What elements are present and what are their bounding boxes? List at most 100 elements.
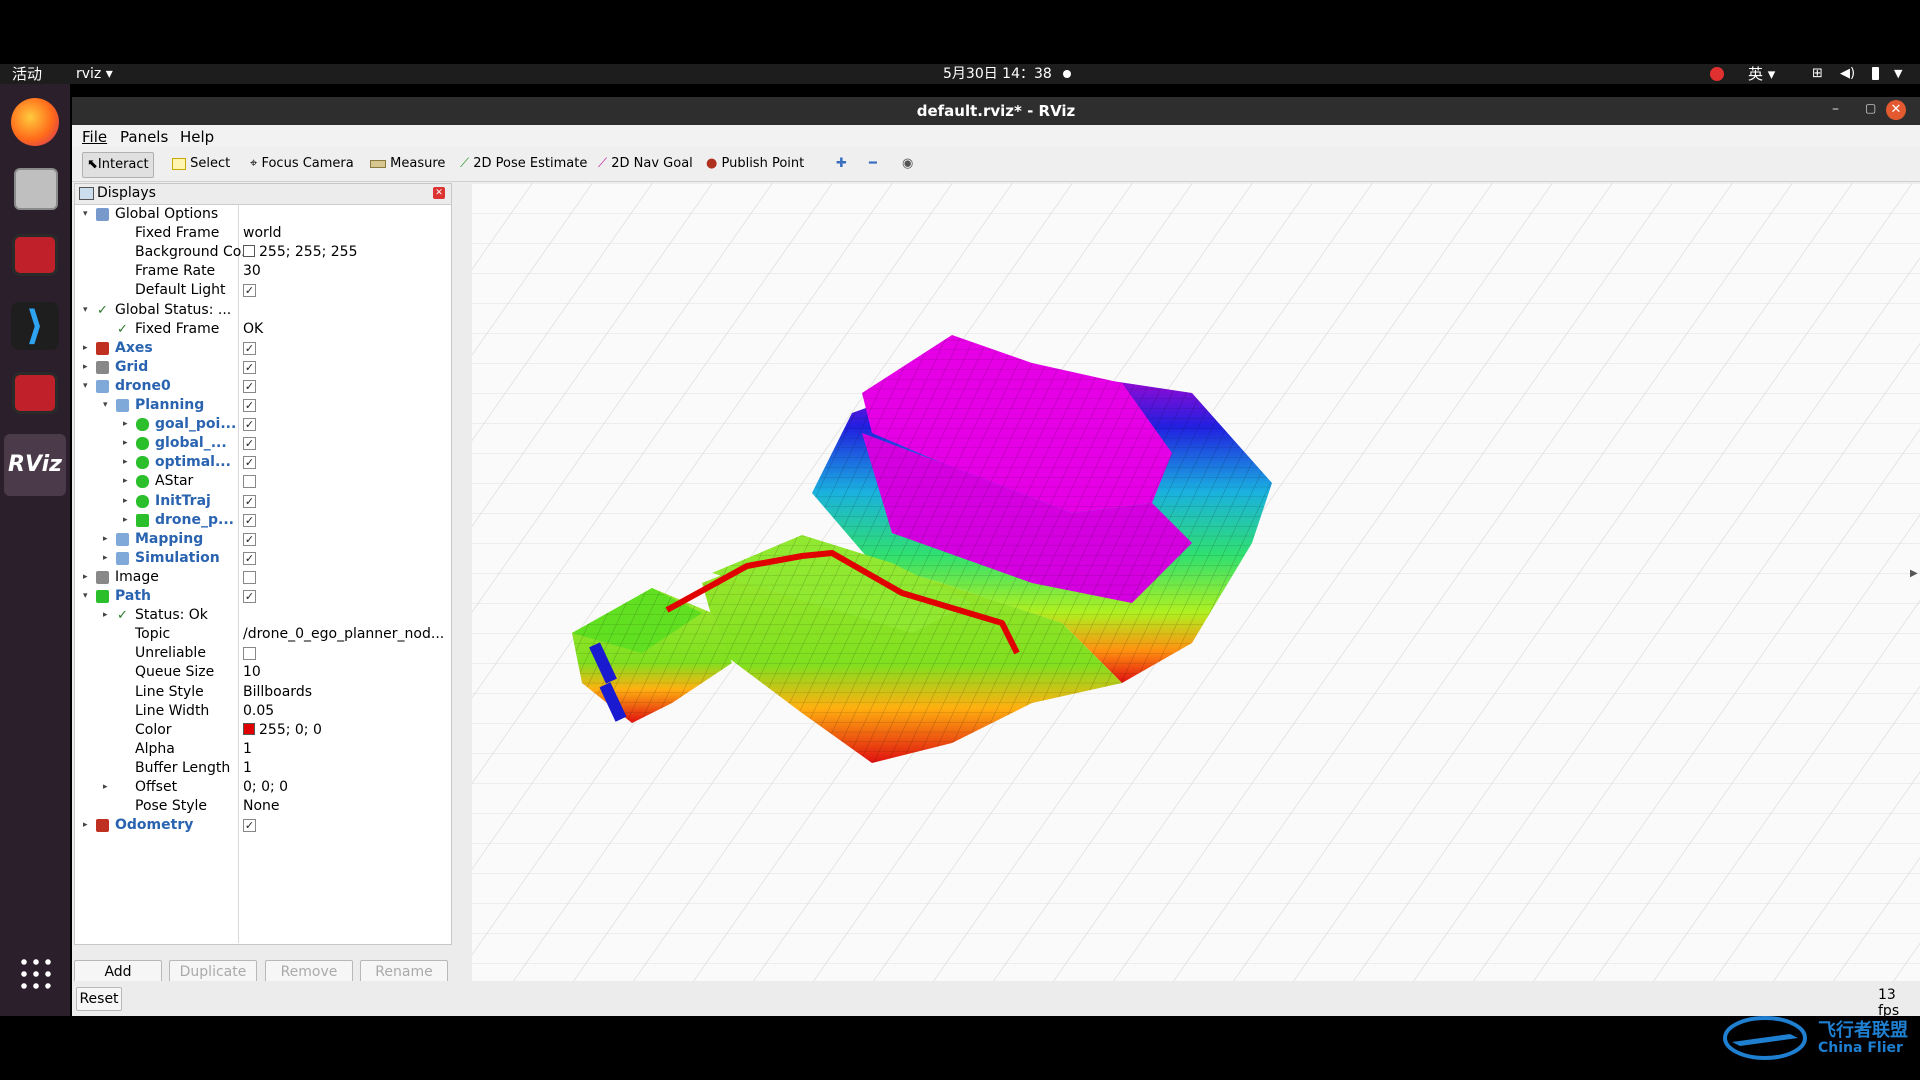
expand-arrow-icon[interactable]: ▸ bbox=[103, 606, 108, 625]
3d-scene[interactable] bbox=[472, 183, 1920, 983]
minimize-icon[interactable]: – bbox=[1832, 101, 1839, 117]
visibility-checkbox[interactable]: ✓ bbox=[243, 418, 256, 432]
pose-estimate-tool[interactable]: ⟋ 2D Pose Estimate bbox=[456, 152, 591, 176]
tree-row-value[interactable]: 0; 0; 0 bbox=[243, 778, 288, 797]
tree-row[interactable]: ▾ ✓ Global Status: ... bbox=[75, 301, 451, 320]
show-apps-icon[interactable] bbox=[18, 956, 52, 990]
app-menu[interactable]: rviz ▾ bbox=[76, 64, 113, 84]
activities-button[interactable]: 活动 bbox=[12, 64, 42, 84]
rviz-icon[interactable]: RViz bbox=[4, 434, 66, 496]
visibility-checkbox[interactable]: ✓ bbox=[243, 399, 256, 412]
close-icon[interactable]: ✕ bbox=[1886, 100, 1906, 120]
tree-row[interactable]: ▸ goal_poi... ✓ bbox=[75, 415, 451, 434]
visibility-checkbox[interactable]: ✓ bbox=[243, 341, 256, 355]
visibility-checkbox[interactable]: ✓ bbox=[243, 551, 256, 565]
visibility-checkbox[interactable]: ✓ bbox=[243, 360, 256, 374]
tree-row[interactable]: Topic/drone_0_ego_planner_nod... bbox=[75, 625, 451, 644]
collapse-arrow-icon[interactable]: ▾ bbox=[83, 301, 88, 320]
tree-row-value[interactable]: 1 bbox=[243, 740, 252, 759]
select-tool[interactable]: Select bbox=[168, 152, 234, 176]
tree-row-value[interactable]: 0.05 bbox=[243, 702, 274, 721]
tree-row[interactable]: ▾ Path ✓ bbox=[75, 587, 451, 606]
menu-panels[interactable]: Panels bbox=[120, 128, 168, 146]
visibility-checkbox[interactable]: ✓ bbox=[243, 456, 256, 470]
tree-row[interactable]: Queue Size 10 bbox=[75, 663, 451, 682]
visibility-checkbox[interactable]: ✓ bbox=[243, 819, 256, 833]
tree-row[interactable]: ▸ InitTraj ✓ bbox=[75, 492, 451, 511]
tree-row[interactable]: ▾ Global Options bbox=[75, 205, 451, 224]
tree-row[interactable]: Buffer Length 1 bbox=[75, 759, 451, 778]
tree-row-value[interactable]: 1 bbox=[243, 759, 252, 778]
remove-tool-icon[interactable]: ━ bbox=[865, 152, 881, 176]
tree-row-value[interactable]: OK bbox=[243, 320, 263, 339]
focus-camera-tool[interactable]: ⌖ Focus Camera bbox=[246, 152, 358, 176]
visibility-checkbox[interactable] bbox=[243, 570, 256, 584]
tree-row[interactable]: Fixed Frame world bbox=[75, 224, 451, 243]
visibility-checkbox[interactable] bbox=[243, 647, 256, 661]
terminal-icon[interactable] bbox=[12, 372, 58, 414]
measure-tool[interactable]: Measure bbox=[366, 152, 449, 176]
collapse-arrow-icon[interactable]: ▾ bbox=[83, 205, 88, 224]
publish-point-tool[interactable]: ● Publish Point bbox=[702, 152, 808, 176]
tree-row-value[interactable]: world bbox=[243, 224, 282, 243]
tree-row-value[interactable]: Billboards bbox=[243, 683, 312, 702]
expand-arrow-icon[interactable]: ▸ bbox=[103, 778, 108, 797]
tool-properties-icon[interactable]: ◉ bbox=[898, 152, 917, 176]
expand-arrow-icon[interactable]: ▸ bbox=[83, 358, 88, 377]
tree-row[interactable]: ▸ Grid ✓ bbox=[75, 358, 451, 377]
visibility-checkbox[interactable]: ✓ bbox=[243, 379, 256, 393]
collapse-arrow-icon[interactable]: ▾ bbox=[83, 587, 88, 606]
expand-arrow-icon[interactable]: ▸ bbox=[123, 511, 128, 530]
collapse-right-icon[interactable]: ▶ bbox=[1910, 568, 1918, 579]
input-method[interactable]: 英 ▾ bbox=[1748, 64, 1775, 84]
tree-row[interactable]: ▸ AStar bbox=[75, 472, 451, 491]
tree-row[interactable]: ▸ global_... ✓ bbox=[75, 434, 451, 453]
tree-row[interactable]: ▸ Offset 0; 0; 0 bbox=[75, 778, 451, 797]
tree-row[interactable]: Line Style Billboards bbox=[75, 683, 451, 702]
tree-row[interactable]: ▸ Image bbox=[75, 568, 451, 587]
system-menu-arrow-icon[interactable]: ▼ bbox=[1894, 64, 1902, 84]
tree-row[interactable]: Alpha 1 bbox=[75, 740, 451, 759]
expand-arrow-icon[interactable]: ▸ bbox=[123, 472, 128, 491]
no-entry-icon[interactable] bbox=[1710, 67, 1724, 81]
visibility-checkbox[interactable]: ✓ bbox=[243, 532, 256, 546]
tree-row[interactable]: Line Width 0.05 bbox=[75, 702, 451, 721]
clock[interactable]: 5月30日 14：38 bbox=[943, 64, 1052, 84]
visibility-checkbox[interactable] bbox=[243, 475, 256, 489]
expand-arrow-icon[interactable]: ▸ bbox=[123, 434, 128, 453]
tree-row[interactable]: ▾ Planning ✓ bbox=[75, 396, 451, 415]
collapse-arrow-icon[interactable]: ▾ bbox=[103, 396, 108, 415]
battery-icon[interactable] bbox=[1872, 67, 1879, 80]
visibility-checkbox[interactable]: ✓ bbox=[243, 437, 256, 451]
menu-help[interactable]: Help bbox=[180, 128, 214, 146]
tree-row-value[interactable]: 255; 0; 0 bbox=[243, 721, 322, 740]
tree-row[interactable]: Frame Rate 30 bbox=[75, 262, 451, 281]
collapse-arrow-icon[interactable]: ▾ bbox=[83, 377, 88, 396]
tree-row-value[interactable]: /drone_0_ego_planner_nod... bbox=[243, 625, 444, 644]
tree-row[interactable]: ▸ Axes ✓ bbox=[75, 339, 451, 358]
tree-row[interactable]: Background Co... 255; 255; 255 bbox=[75, 243, 451, 262]
visibility-checkbox[interactable]: ✓ bbox=[243, 494, 256, 508]
tree-row[interactable]: ▸ Odometry ✓ bbox=[75, 816, 451, 835]
expand-arrow-icon[interactable]: ▸ bbox=[123, 492, 128, 511]
volume-icon[interactable]: ◀) bbox=[1840, 64, 1855, 84]
tree-row[interactable]: Color 255; 0; 0 bbox=[75, 721, 451, 740]
visibility-checkbox[interactable]: ✓ bbox=[243, 513, 256, 527]
3d-viewport[interactable]: ◀ ▶ bbox=[472, 183, 1920, 983]
expand-arrow-icon[interactable]: ▸ bbox=[103, 530, 108, 549]
reset-button[interactable]: Reset bbox=[76, 987, 122, 1011]
tree-row[interactable]: ▸ drone_p... ✓ bbox=[75, 511, 451, 530]
tree-row-value[interactable]: 10 bbox=[243, 663, 261, 682]
tree-row[interactable]: ▾ drone0 ✓ bbox=[75, 377, 451, 396]
maximize-icon[interactable]: ▢ bbox=[1865, 101, 1876, 115]
tree-row[interactable]: ▸ ✓ Status: Ok bbox=[75, 606, 451, 625]
interact-tool[interactable]: ⬉Interact bbox=[82, 152, 154, 178]
vscode-icon[interactable]: ⟩ bbox=[11, 302, 59, 350]
add-tool-icon[interactable]: ✚ bbox=[832, 152, 851, 176]
tree-row-value[interactable]: None bbox=[243, 797, 280, 816]
firefox-icon[interactable] bbox=[11, 98, 59, 146]
terminal-icon[interactable] bbox=[12, 234, 58, 276]
menu-file[interactable]: File bbox=[82, 128, 107, 146]
files-icon[interactable] bbox=[14, 168, 58, 210]
tree-row-value[interactable]: 255; 255; 255 bbox=[243, 243, 358, 262]
